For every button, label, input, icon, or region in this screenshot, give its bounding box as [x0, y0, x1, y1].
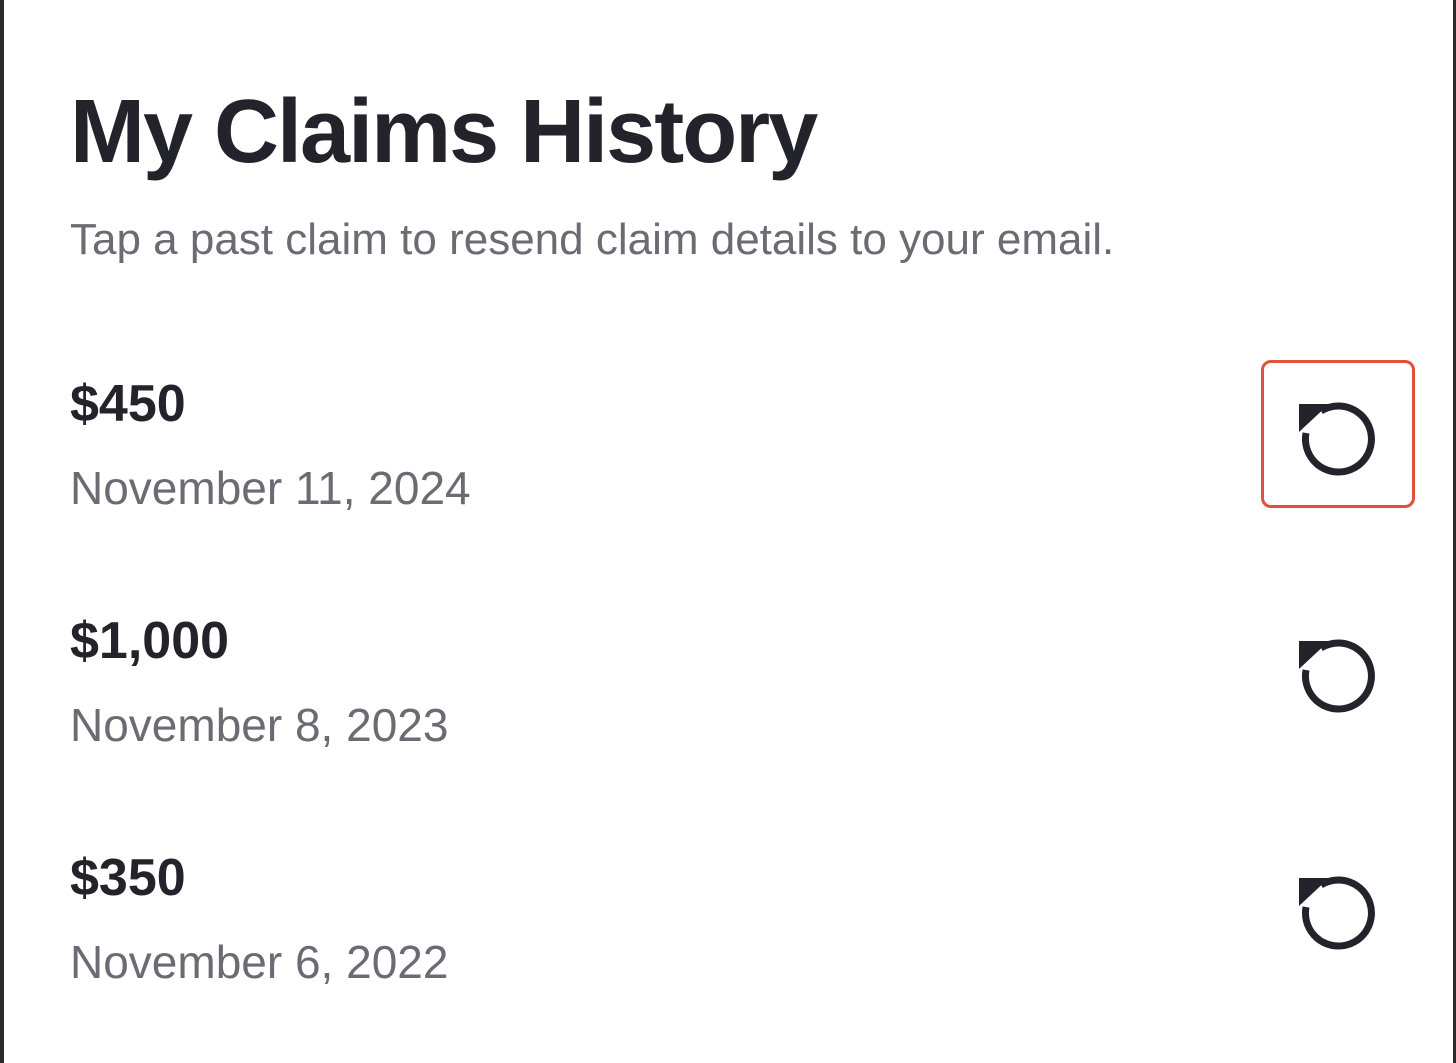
resend-claim-button[interactable] — [1261, 597, 1415, 745]
claim-row[interactable]: $450 November 11, 2024 — [8, 360, 1456, 554]
claim-amount: $450 — [70, 375, 186, 433]
claim-amount: $350 — [70, 849, 186, 907]
claim-row[interactable]: $1,000 November 8, 2023 — [8, 611, 1456, 791]
resend-icon — [1299, 402, 1375, 476]
resend-icon — [1299, 876, 1375, 950]
claim-amount: $1,000 — [70, 612, 230, 670]
page-subtitle: Tap a past claim to resend claim details… — [70, 215, 1115, 264]
page-title: My Claims History — [70, 82, 818, 182]
claims-history-panel: My Claims History Tap a past claim to re… — [0, 0, 1456, 1063]
claim-date: November 6, 2022 — [70, 936, 449, 988]
claim-date: November 8, 2023 — [70, 699, 449, 751]
claim-row[interactable]: $350 November 6, 2022 — [8, 848, 1456, 1028]
resend-icon — [1299, 639, 1375, 713]
resend-claim-button[interactable] — [1261, 360, 1415, 508]
claim-date: November 11, 2024 — [70, 462, 471, 514]
resend-claim-button[interactable] — [1261, 834, 1415, 982]
